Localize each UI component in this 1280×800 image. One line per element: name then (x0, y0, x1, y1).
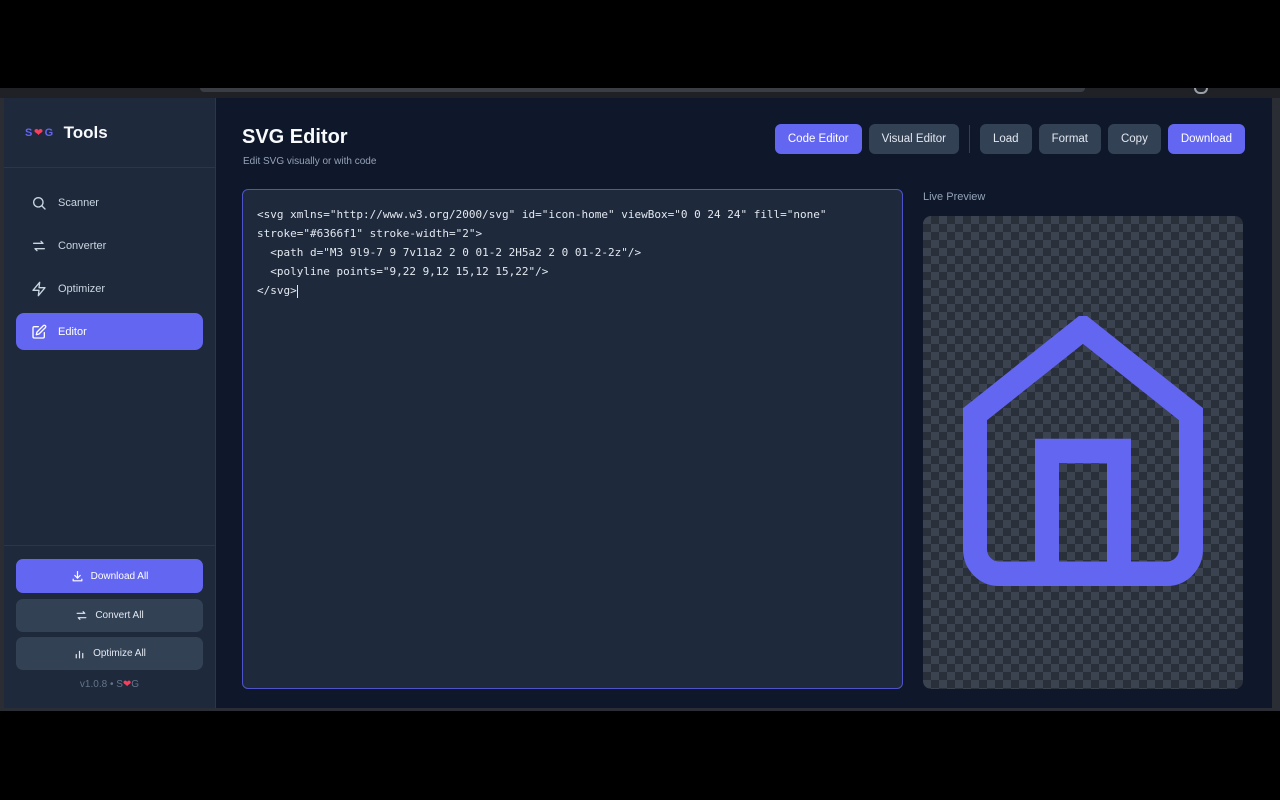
visual-editor-button[interactable]: Visual Editor (868, 124, 959, 154)
code-line: stroke="#6366f1" stroke-width="2"> (257, 227, 483, 240)
copy-button[interactable]: Copy (1107, 124, 1161, 154)
heart-icon: ❤ (122, 679, 132, 690)
toolbar-divider (968, 125, 970, 153)
home-icon (963, 316, 1203, 586)
download-all-label: Download All (90, 570, 149, 582)
optimize-all-label: Optimize All (93, 648, 146, 659)
download-icon (71, 570, 84, 583)
download-all-button[interactable]: Download All (16, 559, 203, 593)
sidebar-item-scanner[interactable]: Scanner (16, 184, 203, 221)
logo-letter-s: S (25, 126, 33, 139)
heart-icon: ❤ (33, 127, 44, 139)
code-line: <svg xmlns="http://www.w3.org/2000/svg" … (257, 208, 827, 221)
logo: S ❤ G (25, 126, 54, 140)
code-line-last: </svg> (257, 281, 888, 300)
sidebar: S ❤ G Tools Scanner Converter Optimizer … (4, 98, 216, 708)
sidebar-item-label: Editor (58, 325, 87, 338)
convert-icon (75, 609, 88, 622)
code-editor[interactable]: <svg xmlns="http://www.w3.org/2000/svg" … (242, 189, 903, 689)
code-line: <path d="M3 9l9-7 9 7v11a2 2 0 01-2 2H5a… (257, 246, 642, 259)
sidebar-item-editor[interactable]: Editor (16, 313, 203, 350)
app-window: S ❤ G Tools Scanner Converter Optimizer … (4, 98, 1272, 708)
load-button[interactable]: Load (979, 124, 1032, 154)
lightning-icon (30, 280, 48, 298)
brand-title: Tools (63, 122, 108, 142)
address-bar-edge (200, 88, 1085, 92)
format-button[interactable]: Format (1038, 124, 1101, 154)
optimize-all-button[interactable]: Optimize All (16, 637, 203, 670)
page-subtitle: Edit SVG visually or with code (243, 156, 377, 167)
convert-all-label: Convert All (95, 610, 144, 621)
sidebar-item-converter[interactable]: Converter (16, 227, 203, 264)
convert-all-button[interactable]: Convert All (16, 599, 203, 632)
version-suffix: G (131, 679, 140, 690)
version-prefix: v1.0.8 • S (79, 679, 123, 690)
page-title: SVG Editor (242, 126, 348, 148)
live-preview (923, 216, 1243, 689)
edit-icon (30, 323, 48, 341)
download-button[interactable]: Download (1167, 124, 1245, 154)
browser-top-strip (0, 88, 1280, 98)
convert-icon (30, 237, 48, 255)
search-icon (30, 194, 48, 212)
sidebar-actions: Download All Convert All Optimize All v1… (4, 545, 215, 708)
sidebar-item-label: Converter (58, 239, 107, 252)
text-caret (296, 284, 298, 298)
sidebar-item-label: Optimizer (58, 282, 106, 295)
code-line: <polyline points="9,22 9,12 15,12 15,22"… (257, 265, 549, 278)
sidebar-nav: Scanner Converter Optimizer Editor (4, 168, 215, 350)
sidebar-item-label: Scanner (58, 196, 99, 209)
scrollbar-track[interactable] (1272, 98, 1280, 708)
profile-icon (1194, 88, 1208, 94)
brand: S ❤ G Tools (4, 98, 215, 168)
sidebar-item-optimizer[interactable]: Optimizer (16, 270, 203, 307)
bar-chart-icon (73, 647, 86, 660)
preview-label: Live Preview (923, 191, 986, 203)
code-line-text: </svg> (257, 284, 297, 297)
code-editor-button[interactable]: Code Editor (774, 124, 862, 154)
version-text: v1.0.8 • S ❤ G (16, 679, 203, 690)
main-content: SVG Editor Edit SVG visually or with cod… (216, 98, 1272, 708)
toolbar: Code Editor Visual Editor Load Format Co… (768, 124, 1245, 154)
window-bottom-edge (0, 708, 1280, 711)
logo-letter-g: G (44, 126, 54, 139)
